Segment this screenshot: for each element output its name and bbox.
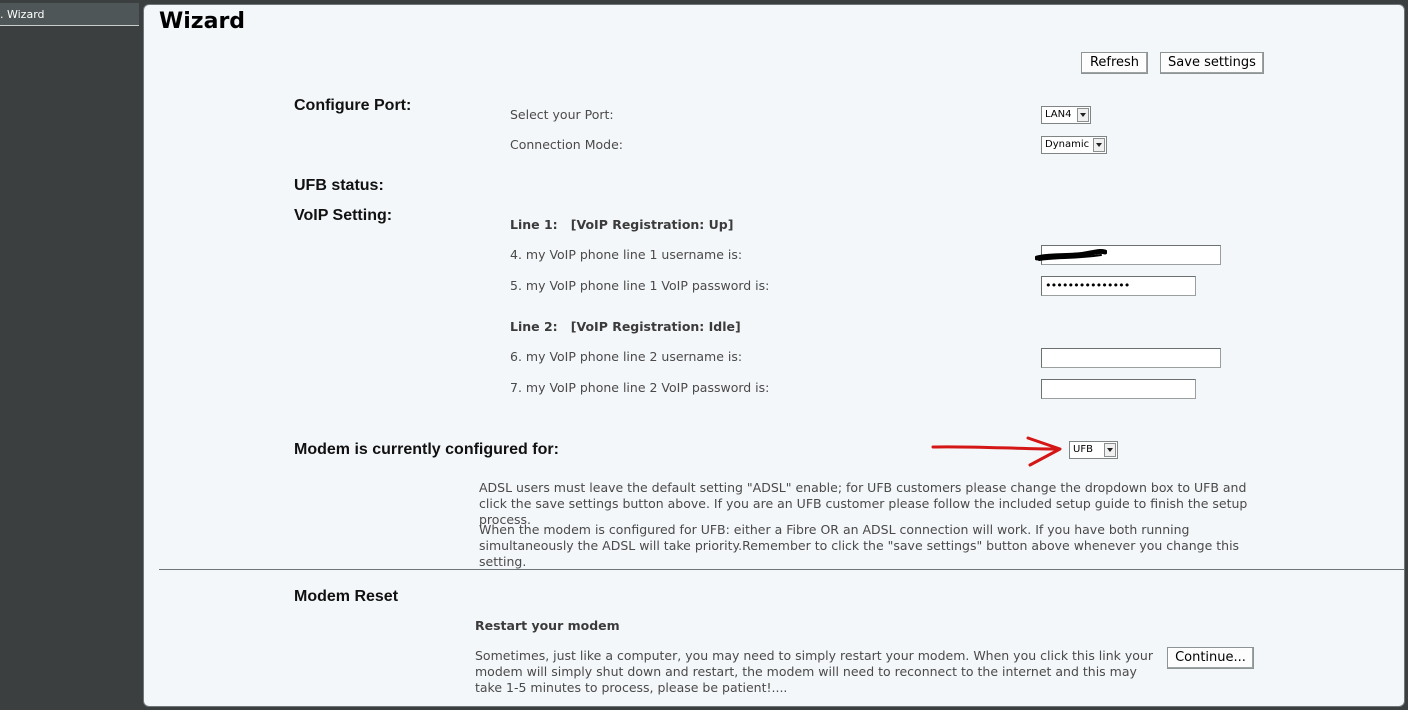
chevron-down-icon [1104,443,1116,457]
redaction-scribble [1035,248,1107,261]
line1-password-input[interactable]: ••••••••••••••• [1041,276,1196,296]
modem-mode-select[interactable]: UFB [1069,441,1118,459]
save-settings-button[interactable]: Save settings [1160,52,1264,74]
restart-modem-subheading: Restart your modem [475,618,620,633]
line2-username-label: 6. my VoIP phone line 2 username is: [510,349,743,364]
voip-setting-heading: VoIP Setting: [294,207,393,224]
configure-port-heading: Configure Port: [294,97,412,114]
page-title: Wizard [159,9,246,34]
restart-modem-text: Sometimes, just like a computer, you may… [475,648,1153,695]
sidebar: . Wizard [0,0,140,710]
modem-reset-heading: Modem Reset [294,588,399,605]
line1-status: [VoIP Registration: Up] [570,217,734,232]
connection-mode-select[interactable]: Dynamic [1041,136,1107,154]
chevron-down-icon [1093,138,1105,152]
line2-password-input[interactable] [1041,379,1196,399]
line2-password-label: 7. my VoIP phone line 2 VoIP password is… [510,380,770,395]
line1-title: Line 1: [VoIP Registration: Up] [510,217,733,232]
modem-config-heading: Modem is currently configured for: [294,441,559,458]
ufb-status-heading: UFB status: [294,177,384,194]
section-divider [159,569,1404,570]
continue-button[interactable]: Continue... [1167,647,1254,669]
line1-password-label: 5. my VoIP phone line 1 VoIP password is… [510,278,770,293]
sidebar-item-wizard[interactable]: . Wizard [0,3,139,26]
line1-username-label: 4. my VoIP phone line 1 username is: [510,247,743,262]
modem-config-help-1: ADSL users must leave the default settin… [479,480,1248,527]
connection-mode-label: Connection Mode: [510,137,623,152]
connection-mode-value: Dynamic [1045,139,1090,150]
line2-title: Line 2: [VoIP Registration: Idle] [510,319,741,334]
port-select-value: LAN4 [1045,109,1072,120]
modem-mode-value: UFB [1073,444,1093,455]
line2-label: Line 2: [510,319,558,334]
port-select[interactable]: LAN4 [1041,106,1091,124]
port-label: Select your Port: [510,107,614,122]
chevron-down-icon [1077,108,1089,122]
refresh-button[interactable]: Refresh [1081,52,1148,74]
line2-status: [VoIP Registration: Idle] [570,319,741,334]
annotation-arrow-icon [931,436,1062,467]
modem-config-help-2: When the modem is configured for UFB: ei… [479,522,1240,569]
line2-username-input[interactable] [1041,348,1221,368]
line1-label: Line 1: [510,217,558,232]
main-panel: Wizard Refresh Save settings Configure P… [143,4,1405,707]
